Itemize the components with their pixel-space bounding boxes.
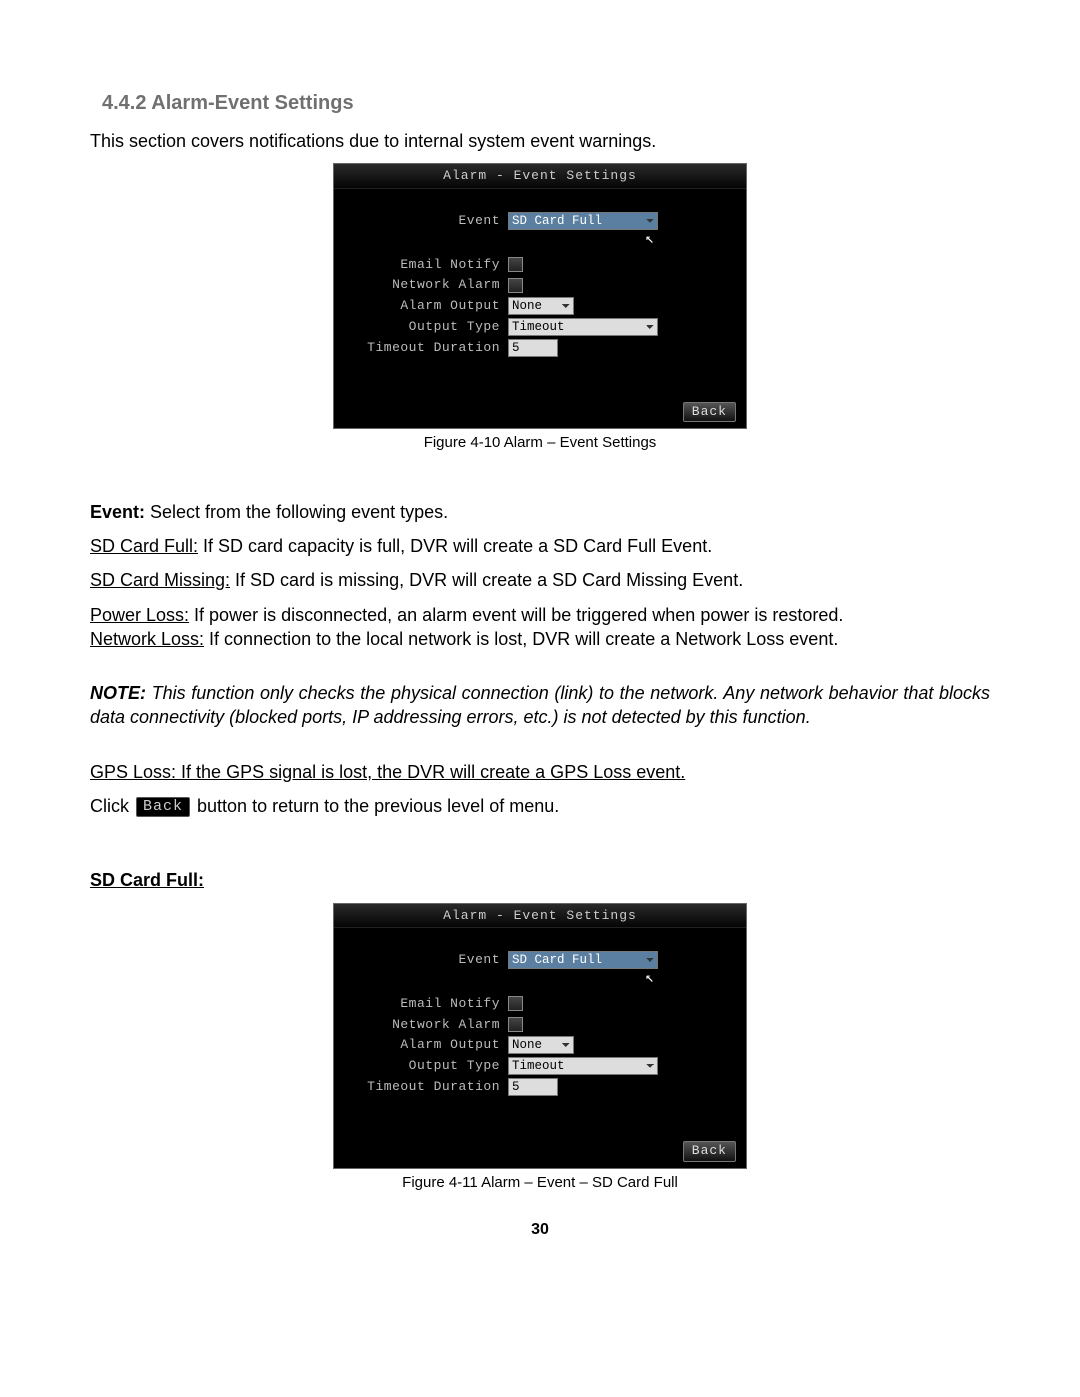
note-paragraph: NOTE: This function only checks the phys… <box>90 681 990 730</box>
timeout-duration-input[interactable] <box>508 339 558 357</box>
email-notify-checkbox[interactable] <box>508 257 523 272</box>
output-type-select[interactable]: Timeout <box>508 1057 658 1075</box>
event-row: Event SD Card Full <box>352 951 728 969</box>
network-loss-desc: Network Loss: If connection to the local… <box>90 627 990 651</box>
timeout-duration-label: Timeout Duration <box>352 1078 508 1096</box>
note-bold: NOTE: <box>90 683 146 703</box>
click-pre: Click <box>90 796 134 816</box>
figure-caption-2: Figure 4-11 Alarm – Event – SD Card Full <box>90 1173 990 1193</box>
power-loss-text: If power is disconnected, an alarm event… <box>189 605 843 625</box>
timeout-duration-label: Timeout Duration <box>352 339 508 357</box>
email-notify-row: Email Notify <box>352 256 728 274</box>
email-notify-checkbox[interactable] <box>508 996 523 1011</box>
gps-loss-desc: GPS Loss: If the GPS signal is lost, the… <box>90 760 990 784</box>
document-page: 4.4.2 Alarm-Event Settings This section … <box>0 0 1080 1397</box>
alarm-output-label: Alarm Output <box>352 297 508 315</box>
power-loss-u: Power Loss: <box>90 605 189 625</box>
network-alarm-label: Network Alarm <box>352 1016 508 1034</box>
network-alarm-row: Network Alarm <box>352 276 728 294</box>
email-notify-row: Email Notify <box>352 995 728 1013</box>
sd-full-u: SD Card Full: <box>90 536 198 556</box>
output-type-row: Output Type Timeout <box>352 318 728 336</box>
network-alarm-row: Network Alarm <box>352 1016 728 1034</box>
note-text: This function only checks the physical c… <box>90 683 990 727</box>
sd-card-full-heading: SD Card Full: <box>90 868 990 892</box>
event-select[interactable]: SD Card Full <box>508 951 658 969</box>
sd-missing-desc: SD Card Missing: If SD card is missing, … <box>90 568 990 592</box>
output-type-label: Output Type <box>352 1057 508 1075</box>
alarm-output-select[interactable]: None <box>508 1036 574 1054</box>
figure-caption-1: Figure 4-10 Alarm – Event Settings <box>90 433 990 453</box>
alarm-output-row: Alarm Output None <box>352 1036 728 1054</box>
output-type-label: Output Type <box>352 318 508 336</box>
event-select[interactable]: SD Card Full <box>508 212 658 230</box>
event-text: Select from the following event types. <box>145 502 448 522</box>
timeout-duration-row: Timeout Duration <box>352 339 728 357</box>
email-notify-label: Email Notify <box>352 256 508 274</box>
dvr-footer: Back <box>334 1135 746 1168</box>
intro-paragraph: This section covers notifications due to… <box>90 129 990 153</box>
email-notify-label: Email Notify <box>352 995 508 1013</box>
click-post: button to return to the previous level o… <box>192 796 559 816</box>
back-button[interactable]: Back <box>683 402 736 423</box>
section-heading: 4.4.2 Alarm-Event Settings <box>102 90 990 117</box>
click-back-line: Click Back button to return to the previ… <box>90 794 990 818</box>
alarm-output-row: Alarm Output None <box>352 297 728 315</box>
dvr-screenshot-1: Alarm - Event Settings Event SD Card Ful… <box>333 163 747 429</box>
gps-loss-u: GPS Loss: If the GPS signal is lost, the… <box>90 762 685 782</box>
event-lead: Event: Select from the following event t… <box>90 500 990 524</box>
back-button[interactable]: Back <box>683 1141 736 1162</box>
alarm-output-label: Alarm Output <box>352 1036 508 1054</box>
dvr-footer: Back <box>334 396 746 429</box>
network-alarm-checkbox[interactable] <box>508 1017 523 1032</box>
dvr-body: Event SD Card Full ↖ Email Notify Networ… <box>334 928 746 1135</box>
alarm-output-select[interactable]: None <box>508 297 574 315</box>
event-row: Event SD Card Full <box>352 212 728 230</box>
output-type-row: Output Type Timeout <box>352 1057 728 1075</box>
network-loss-text: If connection to the local network is lo… <box>204 629 838 649</box>
back-inline-button[interactable]: Back <box>136 797 190 817</box>
output-type-select[interactable]: Timeout <box>508 318 658 336</box>
power-loss-desc: Power Loss: If power is disconnected, an… <box>90 603 990 627</box>
dvr-body: Event SD Card Full ↖ Email Notify Networ… <box>334 189 746 396</box>
event-label: Event <box>352 951 508 969</box>
sd-full-text: If SD card capacity is full, DVR will cr… <box>198 536 712 556</box>
page-number: 30 <box>90 1219 990 1241</box>
network-loss-u: Network Loss: <box>90 629 204 649</box>
event-bold: Event: <box>90 502 145 522</box>
network-alarm-checkbox[interactable] <box>508 278 523 293</box>
event-label: Event <box>352 212 508 230</box>
dvr-titlebar: Alarm - Event Settings <box>334 164 746 189</box>
sd-missing-text: If SD card is missing, DVR will create a… <box>230 570 743 590</box>
dvr-screenshot-2: Alarm - Event Settings Event SD Card Ful… <box>333 903 747 1169</box>
dvr-titlebar: Alarm - Event Settings <box>334 904 746 929</box>
timeout-duration-row: Timeout Duration <box>352 1078 728 1096</box>
network-alarm-label: Network Alarm <box>352 276 508 294</box>
timeout-duration-input[interactable] <box>508 1078 558 1096</box>
sd-missing-u: SD Card Missing: <box>90 570 230 590</box>
sd-full-desc: SD Card Full: If SD card capacity is ful… <box>90 534 990 558</box>
